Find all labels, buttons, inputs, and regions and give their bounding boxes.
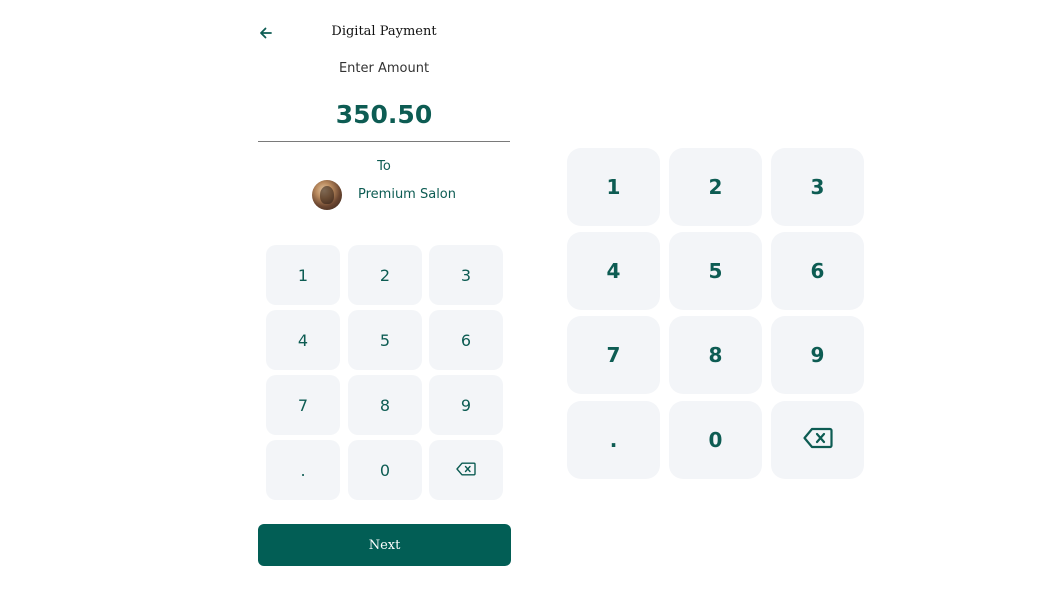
key-5[interactable]: 5 [669, 232, 762, 310]
key-1[interactable]: 1 [567, 148, 660, 226]
next-button[interactable]: Next [258, 524, 511, 566]
key-2[interactable]: 2 [348, 245, 422, 305]
key-0[interactable]: 0 [348, 440, 422, 500]
key-7[interactable]: 7 [567, 316, 660, 394]
key-1[interactable]: 1 [266, 245, 340, 305]
key-6[interactable]: 6 [429, 310, 503, 370]
backspace-icon [456, 461, 476, 480]
key-4[interactable]: 4 [567, 232, 660, 310]
enter-amount-label: Enter Amount [338, 61, 430, 76]
merchant-name: Premium Salon [358, 187, 457, 202]
key-2[interactable]: 2 [669, 148, 762, 226]
key-3[interactable]: 3 [429, 245, 503, 305]
salon-avatar [312, 180, 342, 210]
amount-underline [258, 141, 510, 142]
key-backspace[interactable] [771, 401, 864, 479]
key-0[interactable]: 0 [669, 401, 762, 479]
key-7[interactable]: 7 [266, 375, 340, 435]
page-title: Digital Payment [331, 24, 437, 39]
key-4[interactable]: 4 [266, 310, 340, 370]
key-backspace[interactable] [429, 440, 503, 500]
key-dot[interactable]: . [266, 440, 340, 500]
key-8[interactable]: 8 [669, 316, 762, 394]
key-6[interactable]: 6 [771, 232, 864, 310]
key-dot[interactable]: . [567, 401, 660, 479]
backspace-icon [802, 427, 833, 454]
to-label: To [377, 159, 391, 174]
key-9[interactable]: 9 [429, 375, 503, 435]
key-8[interactable]: 8 [348, 375, 422, 435]
amount-value[interactable]: 350.50 [258, 100, 510, 129]
key-5[interactable]: 5 [348, 310, 422, 370]
key-9[interactable]: 9 [771, 316, 864, 394]
next-button-label: Next [368, 537, 401, 553]
key-3[interactable]: 3 [771, 148, 864, 226]
